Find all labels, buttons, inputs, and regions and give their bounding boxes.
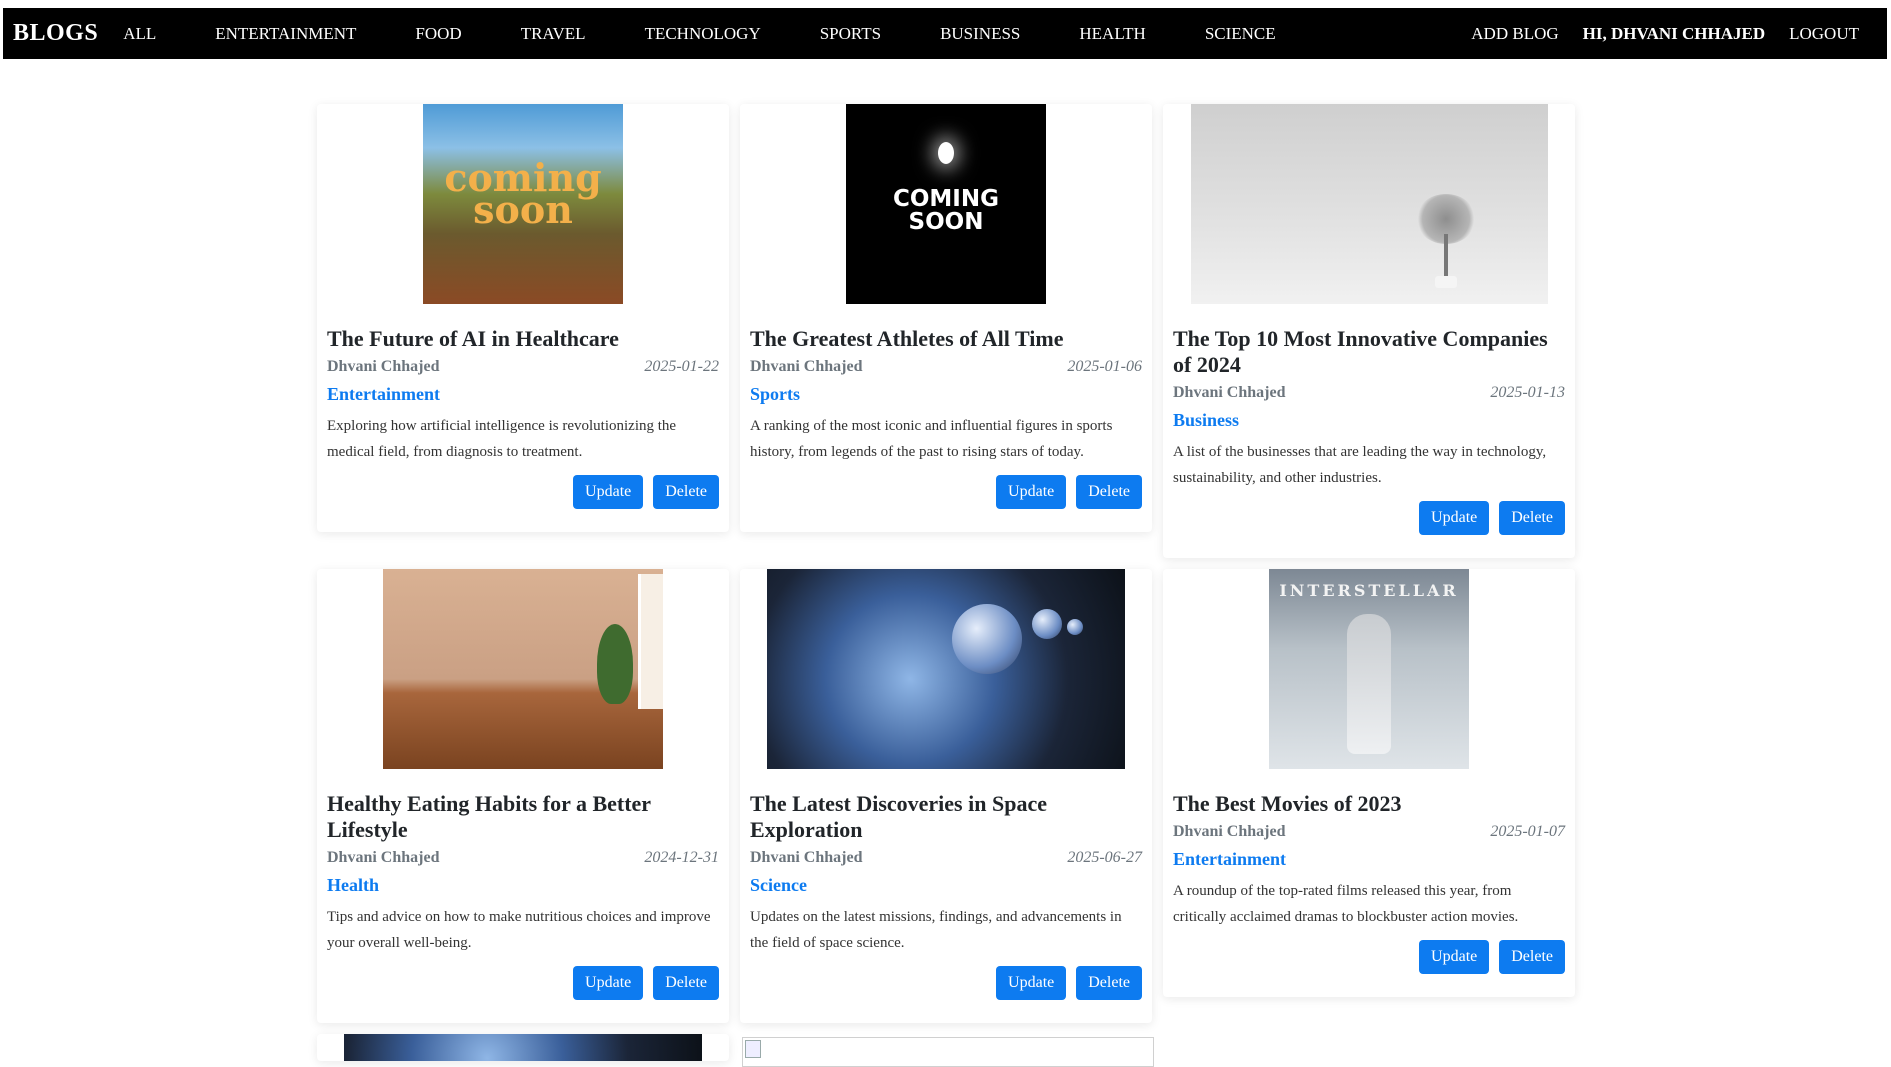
user-greeting: HI, DHVANI CHHAJED	[1582, 23, 1766, 43]
delete-button[interactable]: Delete	[653, 966, 719, 1000]
update-button[interactable]: Update	[1419, 940, 1490, 974]
nav-link-business[interactable]: BUSINESS	[940, 24, 1020, 44]
blog-description: A roundup of the top-rated films release…	[1173, 883, 1519, 925]
delete-button[interactable]: Delete	[653, 475, 719, 509]
add-blog-link[interactable]: ADD BLOG	[1471, 24, 1558, 44]
blog-author: Dhvani Chhajed	[327, 849, 440, 866]
blog-description: A ranking of the most iconic and influen…	[750, 418, 1113, 460]
blog-date: 2025-01-06	[1067, 358, 1142, 375]
light-bulb-icon	[938, 142, 954, 164]
blog-image	[344, 1034, 702, 1061]
blog-card: coming soon The Future of AI in Healthca…	[317, 104, 729, 532]
blog-author: Dhvani Chhajed	[1173, 823, 1286, 840]
blog-author: Dhvani Chhajed	[750, 849, 863, 866]
broken-image	[742, 1037, 1154, 1067]
nav-link-health[interactable]: HEALTH	[1079, 24, 1145, 44]
brand-logo[interactable]: BLOGS	[13, 20, 98, 47]
blog-category: Entertainment	[1173, 849, 1286, 869]
blog-title: Healthy Eating Habits for a Better Lifes…	[327, 791, 651, 842]
update-button[interactable]: Update	[1419, 501, 1490, 535]
blog-category: Entertainment	[327, 384, 440, 404]
blog-card: COMING SOON The Greatest Athletes of All…	[740, 104, 1152, 532]
coming-soon-text: coming soon	[444, 155, 602, 232]
blog-image	[383, 569, 663, 769]
broken-image-icon	[745, 1040, 761, 1058]
delete-button[interactable]: Delete	[1076, 966, 1142, 1000]
blog-date: 2025-01-07	[1490, 823, 1565, 840]
blog-description: Exploring how artificial intelligence is…	[327, 418, 677, 460]
blog-category: Sports	[750, 384, 801, 404]
blog-author: Dhvani Chhajed	[1173, 384, 1286, 401]
blog-author: Dhvani Chhajed	[327, 358, 440, 375]
blog-card	[317, 1034, 729, 1061]
blog-card: The Top 10 Most Innovative Companies of …	[1163, 104, 1575, 558]
nav-link-technology[interactable]: TECHNOLOGY	[645, 24, 761, 44]
blog-date: 2025-01-13	[1490, 384, 1565, 401]
blog-title: The Best Movies of 2023	[1173, 791, 1402, 816]
blog-author: Dhvani Chhajed	[750, 358, 863, 375]
blog-category: Business	[1173, 410, 1240, 430]
update-button[interactable]: Update	[996, 966, 1067, 1000]
coming-soon-text: COMING SOON	[892, 186, 999, 235]
update-button[interactable]: Update	[573, 966, 644, 1000]
blog-title: The Latest Discoveries in Space Explorat…	[750, 791, 1047, 842]
delete-button[interactable]: Delete	[1076, 475, 1142, 509]
blog-image: INTERSTELLAR	[1269, 569, 1469, 769]
nav-link-travel[interactable]: TRAVEL	[521, 24, 586, 44]
blog-date: 2025-06-27	[1067, 849, 1142, 866]
nav-link-all[interactable]: ALL	[123, 24, 156, 44]
delete-button[interactable]: Delete	[1499, 940, 1565, 974]
nav-link-food[interactable]: FOOD	[415, 24, 461, 44]
blog-image	[767, 569, 1125, 769]
category-nav: ALL ENTERTAINMENT FOOD TRAVEL TECHNOLOGY…	[123, 24, 1334, 44]
top-navbar: BLOGS ALL ENTERTAINMENT FOOD TRAVEL TECH…	[3, 8, 1887, 59]
delete-button[interactable]: Delete	[1499, 501, 1565, 535]
blog-image: COMING SOON	[846, 104, 1046, 304]
blog-description: Updates on the latest missions, findings…	[750, 909, 1122, 951]
interstellar-poster-title: INTERSTELLAR	[1279, 581, 1459, 600]
blog-title: The Future of AI in Healthcare	[327, 326, 619, 351]
blog-date: 2024-12-31	[644, 849, 719, 866]
blog-category: Health	[327, 875, 379, 895]
blog-description: A list of the businesses that are leadin…	[1173, 444, 1547, 486]
nav-link-entertainment[interactable]: ENTERTAINMENT	[215, 24, 356, 44]
nav-link-science[interactable]: SCIENCE	[1205, 24, 1276, 44]
user-nav: ADD BLOG HI, DHVANI CHHAJED LOGOUT	[1447, 24, 1859, 44]
blog-title: The Top 10 Most Innovative Companies of …	[1173, 326, 1548, 377]
blog-title: The Greatest Athletes of All Time	[750, 326, 1064, 351]
blog-image: coming soon	[423, 104, 623, 304]
blog-card: INTERSTELLAR The Best Movies of 2023 Dhv…	[1163, 569, 1575, 997]
blog-description: Tips and advice on how to make nutritiou…	[327, 909, 711, 951]
astronaut-figure	[1347, 614, 1391, 754]
blog-category: Science	[750, 875, 807, 895]
blog-image	[1190, 104, 1548, 304]
blog-date: 2025-01-22	[644, 358, 719, 375]
logout-link[interactable]: LOGOUT	[1789, 24, 1859, 44]
update-button[interactable]: Update	[996, 475, 1067, 509]
blog-card: Healthy Eating Habits for a Better Lifes…	[317, 569, 729, 1023]
blog-card: The Latest Discoveries in Space Explorat…	[740, 569, 1152, 1023]
nav-link-sports[interactable]: SPORTS	[820, 24, 881, 44]
update-button[interactable]: Update	[573, 475, 644, 509]
